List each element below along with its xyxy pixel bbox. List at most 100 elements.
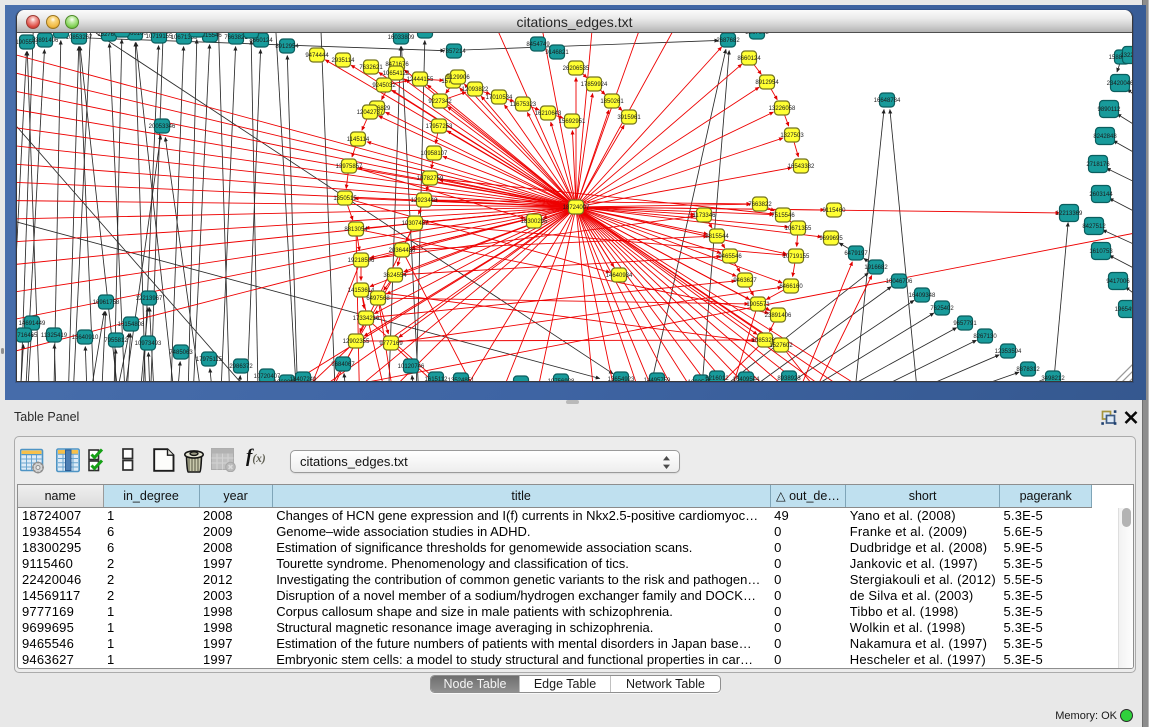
svg-text:6479197: 6479197	[844, 251, 868, 257]
svg-text:10853267: 10853267	[66, 35, 93, 41]
svg-text:18724007: 18724007	[563, 205, 590, 211]
svg-text:19654952: 19654952	[1115, 307, 1133, 313]
svg-text:7625402: 7625402	[930, 306, 954, 312]
svg-text:8427512: 8427512	[1082, 224, 1106, 230]
svg-text:9777169: 9777169	[379, 341, 403, 347]
svg-text:8878312: 8878312	[1016, 367, 1040, 373]
svg-text:8267130: 8267130	[973, 334, 997, 340]
svg-text:7515546: 7515546	[771, 213, 795, 219]
svg-text:9465546: 9465546	[718, 254, 742, 260]
svg-text:16543382: 16543382	[184, 33, 211, 34]
svg-text:19756928: 19756928	[548, 379, 575, 382]
svg-text:9890112: 9890112	[1098, 107, 1122, 113]
svg-text:11325419: 11325419	[41, 333, 68, 339]
svg-text:16543382: 16543382	[788, 164, 815, 170]
svg-text:9227342: 9227342	[428, 99, 452, 105]
svg-text:10120746: 10120746	[398, 364, 425, 370]
svg-text:3915961: 3915961	[617, 115, 641, 121]
svg-text:20364436: 20364436	[389, 248, 416, 254]
svg-text:9474444: 9474444	[305, 53, 329, 59]
svg-text:8186323: 8186323	[239, 33, 263, 35]
svg-text:12213967: 12213967	[136, 296, 163, 302]
svg-text:12902355: 12902355	[343, 339, 370, 345]
svg-text:6466160: 6466160	[779, 284, 803, 290]
svg-text:18300295: 18300295	[521, 219, 548, 225]
svg-text:9146821: 9146821	[545, 50, 569, 56]
svg-text:2718176: 2718176	[1086, 162, 1110, 168]
svg-text:8813054: 8813054	[344, 227, 368, 233]
svg-text:16409544: 16409544	[733, 377, 760, 382]
svg-text:16033809: 16033809	[388, 35, 415, 41]
svg-text:1610753: 1610753	[1089, 249, 1113, 255]
svg-text:13975857: 13975857	[336, 164, 363, 170]
svg-text:1905571: 1905571	[746, 302, 770, 308]
svg-text:9417006: 9417006	[1106, 279, 1130, 285]
svg-text:10958107: 10958107	[421, 151, 448, 157]
svg-text:13716465: 13716465	[17, 333, 38, 339]
svg-text:3624554: 3624554	[383, 273, 407, 279]
svg-text:6497568: 6497568	[366, 296, 390, 302]
svg-text:12923448: 12923448	[411, 198, 438, 204]
svg-text:20053346: 20053346	[149, 124, 176, 130]
svg-text:17957253: 17957253	[426, 124, 453, 130]
svg-text:12353594: 12353594	[995, 349, 1022, 355]
svg-text:10671355: 10671355	[785, 226, 812, 232]
svg-text:9657791: 9657791	[953, 321, 977, 327]
svg-text:14640934: 14640934	[606, 273, 633, 279]
svg-text:12042737: 12042737	[357, 110, 384, 116]
svg-text:10719155: 10719155	[783, 254, 810, 260]
svg-text:14495759: 14495759	[644, 378, 671, 382]
svg-text:3498212: 3498212	[1041, 376, 1065, 382]
svg-text:14691449: 14691449	[19, 321, 46, 327]
svg-text:17334216: 17334216	[353, 316, 380, 322]
svg-text:18407249: 18407249	[290, 377, 317, 382]
svg-text:9463627: 9463627	[733, 278, 757, 284]
svg-text:13226058: 13226058	[48, 33, 75, 35]
svg-text:1615112: 1615112	[425, 377, 449, 382]
svg-text:2986372: 2986372	[229, 364, 253, 370]
svg-text:23891406: 23891406	[765, 313, 792, 319]
svg-text:23891406: 23891406	[32, 38, 59, 44]
svg-text:15640910: 15640910	[72, 335, 99, 341]
svg-text:8242848: 8242848	[1093, 134, 1117, 140]
svg-text:10046706: 10046706	[886, 279, 913, 285]
svg-text:2367608: 2367608	[745, 33, 769, 36]
svg-text:8454749: 8454749	[526, 42, 550, 48]
svg-text:1522514: 1522514	[509, 381, 533, 382]
svg-text:16210643: 16210643	[535, 111, 562, 117]
svg-text:9699695: 9699695	[819, 236, 843, 242]
svg-text:12093822: 12093822	[462, 87, 489, 93]
svg-text:15692951: 15692951	[559, 119, 586, 125]
svg-text:1850261: 1850261	[600, 99, 624, 105]
svg-text:11675323: 11675323	[510, 102, 537, 108]
svg-text:16648784: 16648784	[874, 98, 901, 104]
svg-text:16961758: 16961758	[93, 300, 120, 306]
svg-text:6216012: 6216012	[705, 376, 729, 382]
svg-text:10154808: 10154808	[118, 322, 145, 328]
svg-text:1527602: 1527602	[769, 343, 793, 349]
svg-text:10973493: 10973493	[135, 341, 162, 347]
svg-text:2935114: 2935114	[332, 58, 356, 64]
svg-text:8815544: 8815544	[705, 234, 729, 240]
svg-text:9684067: 9684067	[331, 362, 355, 368]
svg-text:16409348: 16409348	[909, 293, 936, 299]
svg-text:7663822: 7663822	[748, 202, 772, 208]
svg-text:1916682: 1916682	[864, 265, 888, 271]
svg-text:10307487: 10307487	[402, 221, 429, 227]
svg-text:2687682: 2687682	[716, 38, 740, 44]
svg-text:7632621: 7632621	[359, 65, 383, 71]
svg-text:1145114: 1145114	[347, 137, 370, 143]
svg-text:7955812: 7955812	[104, 338, 128, 344]
svg-text:17975115: 17975115	[196, 357, 223, 363]
svg-text:26206535: 26206535	[563, 66, 590, 72]
svg-text:12444155: 12444155	[407, 77, 434, 83]
svg-text:19218506: 19218506	[348, 258, 375, 264]
svg-text:13654923: 13654923	[608, 377, 635, 382]
svg-text:17859924: 17859924	[581, 82, 608, 88]
svg-text:23420046: 23420046	[1107, 81, 1133, 87]
svg-text:17010534: 17010534	[486, 95, 513, 101]
svg-text:13524851: 13524851	[448, 378, 475, 382]
svg-text:10782759: 10782759	[417, 176, 444, 182]
svg-text:12213369: 12213369	[1056, 211, 1083, 217]
svg-text:1322031: 1322031	[1120, 53, 1133, 59]
